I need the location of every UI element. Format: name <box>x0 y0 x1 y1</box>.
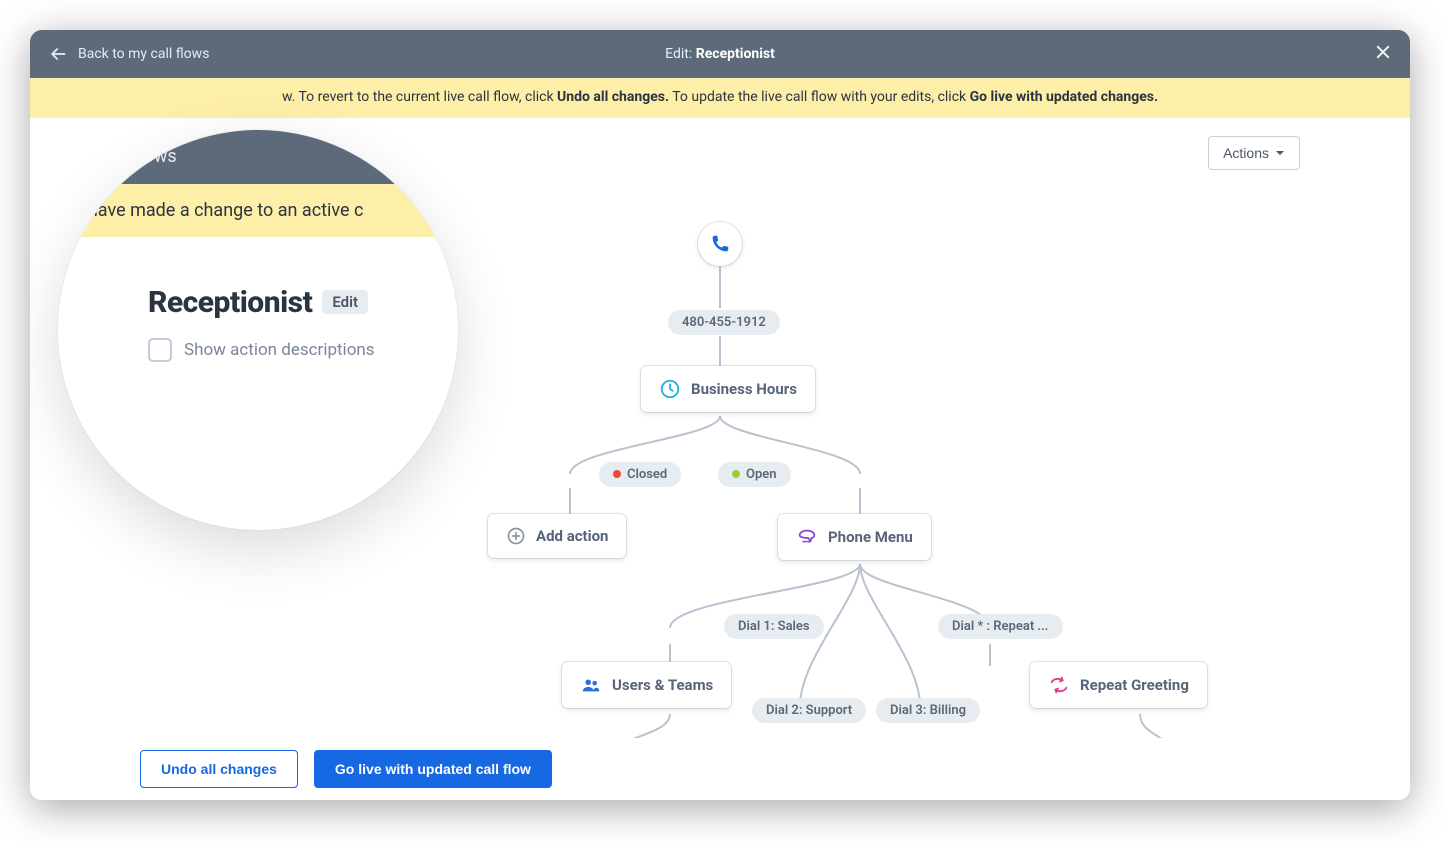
dial-3-pill[interactable]: Dial 3: Billing <box>876 698 980 723</box>
alert-undo-bold: Undo all changes. <box>557 89 669 105</box>
footer-bar: Undo all changes Go live with updated ca… <box>30 738 1410 800</box>
repeat-icon <box>1048 674 1070 696</box>
phone-icon <box>709 233 731 255</box>
dial-2-pill[interactable]: Dial 2: Support <box>752 698 866 723</box>
main-area: Actions <box>30 118 1410 738</box>
users-icon <box>580 674 602 696</box>
alert-bar: w. To revert to the current live call fl… <box>30 78 1410 118</box>
dot-red-icon <box>613 470 621 478</box>
dial-1-pill[interactable]: Dial 1: Sales <box>724 614 824 639</box>
add-action-node[interactable]: Add action <box>488 514 626 558</box>
alert-golive-bold: Go live with updated changes. <box>970 89 1158 105</box>
undo-all-button[interactable]: Undo all changes <box>140 750 298 788</box>
plus-circle-icon <box>506 526 526 546</box>
close-icon <box>1374 43 1392 61</box>
show-descriptions-checkbox[interactable] <box>148 338 172 362</box>
dot-green-icon <box>732 470 740 478</box>
phone-menu-node[interactable]: Phone Menu <box>778 514 931 560</box>
flow-title: Receptionist <box>148 285 312 320</box>
back-button[interactable]: Back to my call flows <box>48 44 209 64</box>
show-descriptions-label: Show action descriptions <box>184 340 375 360</box>
flow-start-node[interactable] <box>698 222 742 266</box>
back-label: Back to my call flows <box>78 46 209 62</box>
magnifier-alert-fragment: You have made a change to an active c <box>58 184 458 237</box>
modal-title: Edit: Receptionist <box>665 46 775 62</box>
phone-menu-icon <box>796 526 818 548</box>
edit-title-button[interactable]: Edit <box>322 290 368 314</box>
repeat-greeting-node[interactable]: Repeat Greeting <box>1030 662 1207 708</box>
magnifier-overlay: ny call flows You have made a change to … <box>58 130 458 530</box>
dial-star-pill[interactable]: Dial * : Repeat ... <box>938 614 1063 639</box>
clock-icon <box>659 378 681 400</box>
modal-header: Back to my call flows Edit: Receptionist <box>30 30 1410 78</box>
close-button[interactable] <box>1374 43 1392 65</box>
app-frame: Back to my call flows Edit: Receptionist… <box>30 30 1410 800</box>
users-teams-node[interactable]: Users & Teams <box>562 662 731 708</box>
go-live-button[interactable]: Go live with updated call flow <box>314 750 552 788</box>
phone-number-pill[interactable]: 480-455-1912 <box>668 310 780 335</box>
arrow-left-icon <box>48 44 68 64</box>
business-hours-node[interactable]: Business Hours <box>641 366 815 412</box>
closed-branch-pill[interactable]: Closed <box>599 462 681 487</box>
open-branch-pill[interactable]: Open <box>718 462 791 487</box>
